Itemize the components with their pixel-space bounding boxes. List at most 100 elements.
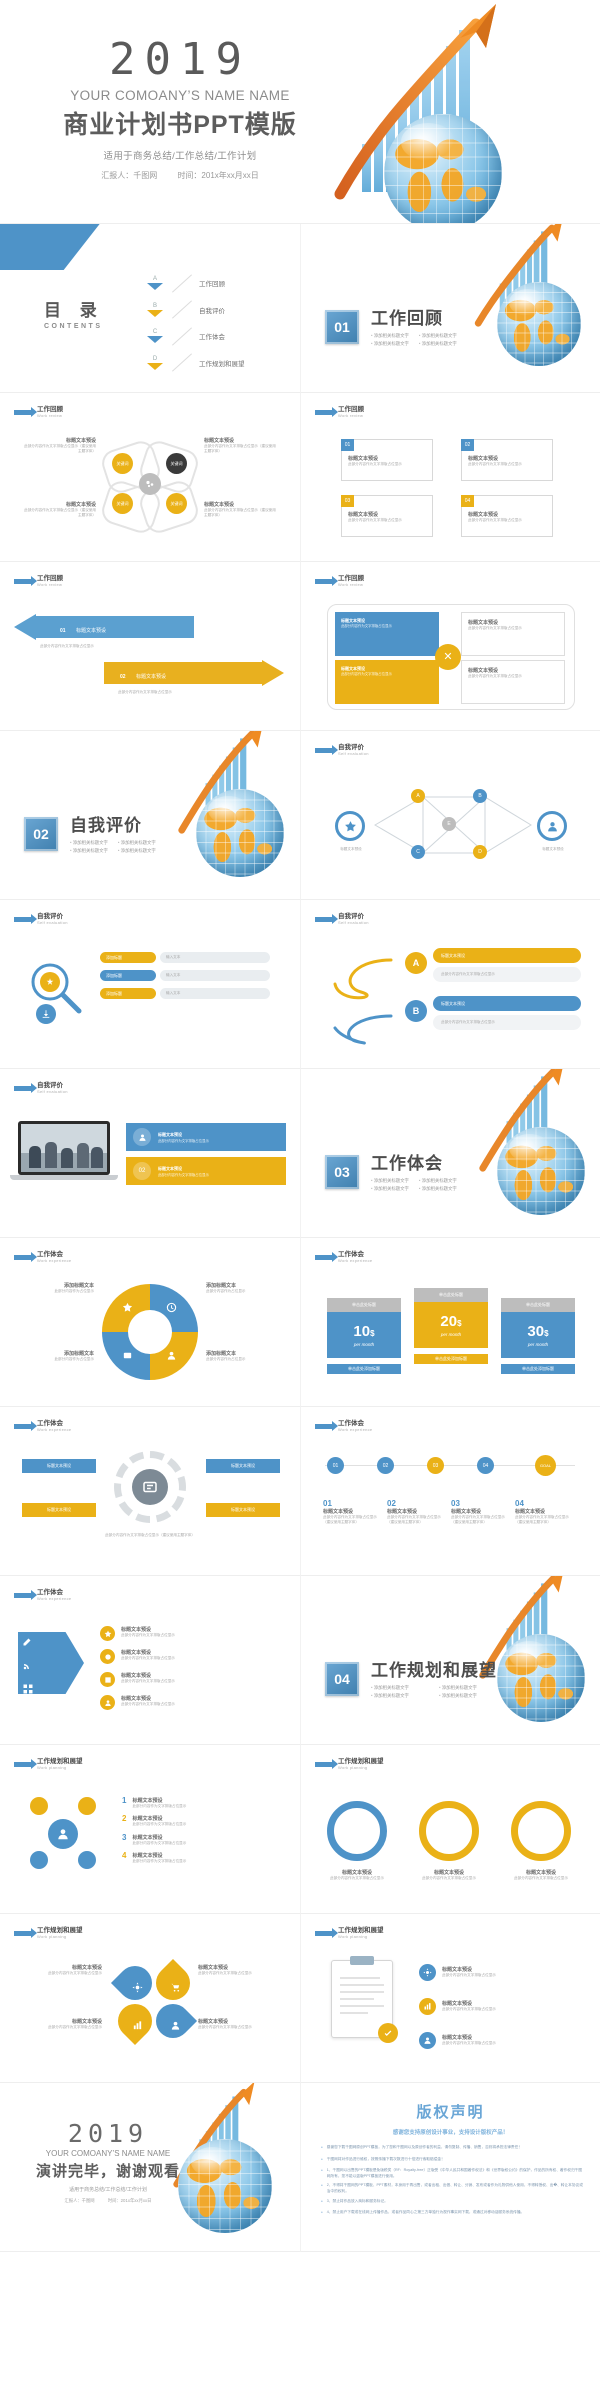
x-quadrant-tr[interactable]: 标题文本预设 此部分内容作为文字排版占位显示 <box>461 612 565 656</box>
cluster-node[interactable] <box>30 1797 48 1815</box>
ab-title-b[interactable]: 标题文本预设 <box>433 996 581 1011</box>
step-marker-01[interactable]: 01 <box>327 1457 344 1474</box>
download-icon[interactable] <box>36 1004 56 1024</box>
step-card[interactable]: 01 标题文本预设 此部分内容作为文字排版占位显示（建议使用主题字体） <box>323 1499 381 1526</box>
numbered-row[interactable]: 1 标题文本预设 此部分内容作为文字排版占位显示 <box>122 1796 282 1809</box>
slide-section-02[interactable]: 02 自我评价 添加相关标题文字 添加相关标题文字 添加相关标题文字 添加相关标… <box>0 731 300 900</box>
step-marker-02[interactable]: 02 <box>377 1457 394 1474</box>
pricing-card-3[interactable]: 单击此处标题 30$ per month 单击此处添加标题 <box>501 1298 575 1374</box>
card-foot[interactable]: 单击此处添加标题 <box>501 1364 575 1374</box>
clip-row-2[interactable]: 标题文本预设 此部分内容作为文字排版占位显示 <box>419 1998 496 2015</box>
cluster-node[interactable] <box>78 1797 96 1815</box>
slide-cover[interactable]: 2019 YOUR COMOANY’S NAME NAME 商业计划书PPT模版… <box>0 0 600 224</box>
slide-funnel[interactable]: 工作体会 Work experience 标题文本预设 此部分内容作为文字排版占… <box>0 1576 300 1745</box>
slide-leaf-flower[interactable]: 工作规划和展望 Work planning 标题文本预设 此部分内容作为文字排版… <box>0 1914 300 2083</box>
slide-laptop[interactable]: 自我评价 Self evaluation 标题文本预设 此部分内容作为文字排版占… <box>0 1069 300 1238</box>
step-marker-03[interactable]: 03 <box>427 1457 444 1474</box>
search-row[interactable]: 添加标题 输入文本 <box>100 952 276 963</box>
slide-toc[interactable]: 目 录 CONTENTS A 工作回顾 B 自我评价 C 工作体会 D 工作规划… <box>0 224 300 393</box>
pricing-card-1[interactable]: 单击此处标题 10$ per month 单击此处添加标题 <box>327 1298 401 1374</box>
slide-grid: 目 录 CONTENTS A 工作回顾 B 自我评价 C 工作体会 D 工作规划… <box>0 224 600 2252</box>
ring-2[interactable] <box>419 1801 479 1861</box>
key-node[interactable]: 关键词 <box>112 453 133 474</box>
key-node[interactable]: 关键词 <box>166 453 187 474</box>
clip-row-3[interactable]: 标题文本预设 此部分内容作为文字排版占位显示 <box>419 2032 496 2049</box>
slide-petal-diagram[interactable]: 工作回顾 Work review 关键词 关键词 关键词 关键词 标题文本预设 … <box>0 393 300 562</box>
content-box[interactable]: 01 标题文本预设 此部分内容作为文字排版占位显示 <box>341 439 433 481</box>
cluster-node[interactable] <box>30 1851 48 1869</box>
numbered-row[interactable]: 3 标题文本预设 此部分内容作为文字排版占位显示 <box>122 1833 282 1846</box>
toc-item-d[interactable]: D 工作规划和展望 <box>145 353 245 372</box>
funnel-row[interactable]: 标题文本预设 此部分内容作为文字排版占位显示 <box>100 1626 282 1641</box>
box-text: 标题文本预设 此部分内容作为文字排版占位显示 <box>342 496 432 523</box>
slide-big-arrows[interactable]: 工作回顾 Work review 01 标题文本预设 此部分内容作为文字排版占位… <box>0 562 300 731</box>
cluster-node[interactable] <box>78 1851 96 1869</box>
slide-steps[interactable]: 工作体会 Work experience 01 02 03 04 GOAL 01… <box>300 1407 600 1576</box>
slide-copyright[interactable]: 版权声明 感谢您支持原创设计事业，支持设计版权产品！ • 感谢您下载千图网原创P… <box>300 2083 600 2252</box>
toc-item-c[interactable]: C 工作体会 <box>145 326 245 346</box>
ab-title-a[interactable]: 标题文本预设 <box>433 948 581 963</box>
ring-3[interactable] <box>511 1801 571 1861</box>
slide-section-04[interactable]: 04 工作规划和展望 添加相关标题文字 添加相关标题文字 添加相关标题文字 添加… <box>300 1576 600 1745</box>
slide-radial[interactable]: 工作体会 Work experience 标题文本预设 标题文本预设 标题文本预… <box>0 1407 300 1576</box>
laptop-row-1[interactable]: 标题文本预设 此部分内容作为文字排版占位显示 <box>126 1123 286 1151</box>
toc-item-a[interactable]: A 工作回顾 <box>145 273 245 293</box>
ring-1[interactable] <box>327 1801 387 1861</box>
badge-a[interactable]: A <box>405 952 427 974</box>
slide-section-03[interactable]: 03 工作体会 添加相关标题文字 添加相关标题文字 添加相关标题文字 添加相关标… <box>300 1069 600 1238</box>
arrow-left-shape[interactable]: 01 标题文本预设 <box>14 614 194 640</box>
slide-search-list[interactable]: 自我评价 Self evaluation 添加标题 输入文本 添加标题 输入文本… <box>0 900 300 1069</box>
placeholder-body: 此部分内容作为文字排版占位显示 <box>330 1876 384 1880</box>
numbered-row[interactable]: 4 标题文本预设 此部分内容作为文字排版占位显示 <box>122 1852 282 1864</box>
pricing-card-2[interactable]: 单击此处标题 20$ per month 单击此处添加标题 <box>414 1288 488 1364</box>
arrow-right-shape[interactable]: 02 标题文本预设 <box>104 660 284 686</box>
funnel-row[interactable]: 标题文本预设 此部分内容作为文字排版占位显示 <box>100 1695 282 1710</box>
funnel-row[interactable]: 标题文本预设 此部分内容作为文字排版占位显示 <box>100 1672 282 1687</box>
card-foot[interactable]: 单击此处添加标题 <box>327 1364 401 1374</box>
slide-rings[interactable]: 工作规划和展望 Work planning 标题文本预设 此部分内容作为文字排版… <box>300 1745 600 1914</box>
slide-final-thanks[interactable]: 2019 YOUR COMOANY’S NAME NAME 演讲完毕，谢谢观看 … <box>0 2083 300 2252</box>
card-foot[interactable]: 单击此处添加标题 <box>414 1354 488 1364</box>
step-marker-goal[interactable]: GOAL <box>535 1455 556 1476</box>
slide-ab-swirl[interactable]: 自我评价 Self evaluation A B 标题文本预设 此部分内容作为文… <box>300 900 600 1069</box>
slide-pricing[interactable]: 工作体会 Work experience 单击此处标题 10$ per mont… <box>300 1238 600 1407</box>
content-box[interactable]: 04 标题文本预设 此部分内容作为文字排版占位显示 <box>461 495 553 537</box>
slide-numbered-list[interactable]: 工作规划和展望 Work planning 1 标题文本预设 此部分内容作为文字… <box>0 1745 300 1914</box>
content-box[interactable]: 02 标题文本预设 此部分内容作为文字排版占位显示 <box>461 439 553 481</box>
step-marker-04[interactable]: 04 <box>477 1457 494 1474</box>
x-quadrant-bl[interactable]: 标题文本预设 此部分内容作为文字排版占位显示 <box>335 660 439 704</box>
key-node[interactable]: 关键词 <box>166 493 187 514</box>
funnel-row[interactable]: 标题文本预设 此部分内容作为文字排版占位显示 <box>100 1649 282 1664</box>
radial-label-bl[interactable]: 标题文本预设 <box>22 1503 96 1517</box>
clip-row-1[interactable]: 标题文本预设 此部分内容作为文字排版占位显示 <box>419 1964 496 1981</box>
radial-label-br[interactable]: 标题文本预设 <box>206 1503 280 1517</box>
slide-four-boxes[interactable]: 工作回顾 Work review 01 标题文本预设 此部分内容作为文字排版占位… <box>300 393 600 562</box>
search-row[interactable]: 添加标题 输入文本 <box>100 988 276 999</box>
search-row[interactable]: 添加标题 输入文本 <box>100 970 276 981</box>
x-quadrant-br[interactable]: 标题文本预设 此部分内容作为文字排版占位显示 <box>461 660 565 704</box>
network-node-right[interactable] <box>537 811 567 841</box>
step-card[interactable]: 02 标题文本预设 此部分内容作为文字排版占位显示（建议使用主题字体） <box>387 1499 445 1526</box>
radial-label-tl[interactable]: 标题文本预设 <box>22 1459 96 1473</box>
slide-clipboard[interactable]: 工作规划和展望 Work planning 标题文本预设 此部分内容作为文字排版… <box>300 1914 600 2083</box>
network-node[interactable]: C <box>411 845 425 859</box>
network-node[interactable]: A <box>411 789 425 803</box>
network-node[interactable]: D <box>473 845 487 859</box>
network-node[interactable]: B <box>473 789 487 803</box>
network-node-left[interactable] <box>335 811 365 841</box>
network-node[interactable]: E <box>442 817 456 831</box>
slide-x-diagram[interactable]: 工作回顾 Work review ✕ 标题文本预设 此部分内容作为文字排版占位显… <box>300 562 600 731</box>
radial-label-tr[interactable]: 标题文本预设 <box>206 1459 280 1473</box>
x-quadrant-tl[interactable]: 标题文本预设 此部分内容作为文字排版占位显示 <box>335 612 439 656</box>
toc-item-b[interactable]: B 自我评价 <box>145 300 245 319</box>
laptop-row-2[interactable]: 02 标题文本预设 此部分内容作为文字排版占位显示 <box>126 1157 286 1185</box>
step-card[interactable]: 03 标题文本预设 此部分内容作为文字排版占位显示（建议使用主题字体） <box>451 1499 509 1526</box>
numbered-row[interactable]: 2 标题文本预设 此部分内容作为文字排版占位显示 <box>122 1815 282 1827</box>
step-card[interactable]: 04 标题文本预设 此部分内容作为文字排版占位显示（建议使用主题字体） <box>515 1499 573 1526</box>
key-node[interactable]: 关键词 <box>112 493 133 514</box>
slide-wheel[interactable]: 工作体会 Work experience 添加标题文本 此部分内容作为占位显示 … <box>0 1238 300 1407</box>
content-box[interactable]: 03 标题文本预设 此部分内容作为文字排版占位显示 <box>341 495 433 537</box>
slide-section-01[interactable]: 01 工作回顾 添加相关标题文字 添加相关标题文字 添加相关标题文字 添加相关标… <box>300 224 600 393</box>
badge-b[interactable]: B <box>405 1000 427 1022</box>
slide-network-diagram[interactable]: 自我评价 Self evaluation A B C D E 标题文本预设 标题… <box>300 731 600 900</box>
